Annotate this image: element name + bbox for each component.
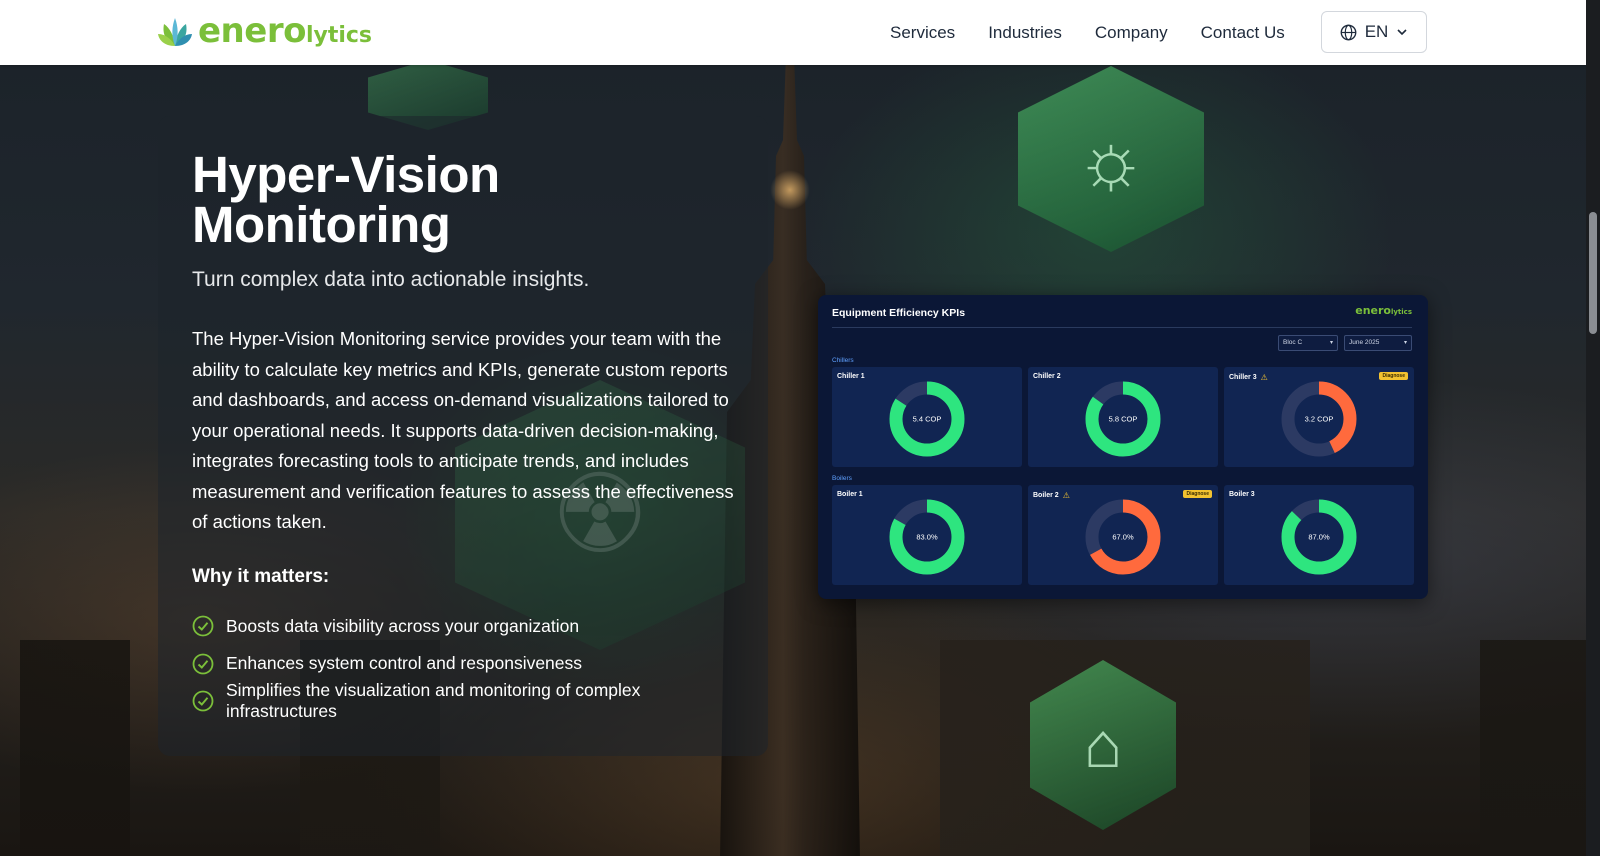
kpi-tile-label: Boiler 3: [1229, 491, 1255, 498]
donut-value-label: 3.2 COP: [1305, 415, 1334, 424]
diagnose-button[interactable]: Diagnose: [1379, 372, 1408, 380]
site-header: enerolytics Services Industries Company …: [0, 0, 1586, 65]
benefit-text: Boosts data visibility across your organ…: [226, 615, 580, 636]
kpi-tile[interactable]: Boiler 2 ⚠ Diagnose 67.0%: [1028, 485, 1218, 585]
kpi-donut-chart: 83.0%: [889, 499, 965, 575]
donut-value-label: 5.4 COP: [913, 415, 942, 424]
chillers-section-label: Chillers: [832, 357, 854, 364]
boilers-section-label: Boilers: [832, 475, 852, 482]
kpi-tile[interactable]: Chiller 3 ⚠ Diagnose 3.2 COP: [1224, 367, 1414, 467]
dashboard-preview: Equipment Efficiency KPIs enerolytics Bl…: [818, 295, 1428, 599]
kpi-donut-chart: 87.0%: [1281, 499, 1357, 575]
kpi-donut-chart: 5.4 COP: [889, 381, 965, 457]
month-select[interactable]: June 2025 ▾: [1344, 335, 1412, 351]
check-circle-icon: [192, 690, 214, 712]
leaf-logo-icon: [158, 18, 192, 46]
list-item: Simplifies the visualization and monitor…: [192, 680, 752, 722]
page-title: Hyper-Vision Monitoring: [192, 149, 752, 253]
kpi-tile[interactable]: Chiller 2 5.8 COP: [1028, 367, 1218, 467]
warning-icon: ⚠: [1062, 491, 1070, 500]
donut-value-label: 83.0%: [916, 533, 938, 542]
check-circle-icon: [192, 653, 214, 675]
hero-content: Hyper-Vision Monitoring Turn complex dat…: [192, 149, 752, 721]
benefits-list: Boosts data visibility across your organ…: [192, 608, 752, 721]
title-line-2: Monitoring: [192, 196, 451, 253]
donut-value-label: 87.0%: [1308, 533, 1330, 542]
kpi-tile-label: Boiler 1: [837, 491, 863, 498]
warning-icon: ⚠: [1260, 373, 1268, 382]
language-label: EN: [1364, 22, 1389, 41]
nav-industries[interactable]: Industries: [988, 23, 1062, 43]
nav-contact-us[interactable]: Contact Us: [1201, 23, 1285, 43]
donut-value-label: 5.8 COP: [1109, 415, 1138, 424]
service-description: The Hyper-Vision Monitoring service prov…: [192, 328, 734, 532]
kpi-tile-label: Chiller 3 ⚠: [1229, 373, 1268, 382]
list-item: Boosts data visibility across your organ…: [192, 608, 752, 646]
nav-company[interactable]: Company: [1095, 23, 1168, 43]
kpi-tile[interactable]: Boiler 3 87.0%: [1224, 485, 1414, 585]
why-heading: Why it matters:: [192, 565, 330, 587]
benefit-text: Simplifies the visualization and monitor…: [226, 680, 641, 722]
donut-value-label: 67.0%: [1112, 533, 1134, 542]
brand-logo[interactable]: enerolytics: [158, 14, 372, 48]
language-selector[interactable]: EN: [1321, 11, 1427, 53]
kpi-tile[interactable]: Boiler 1 83.0%: [832, 485, 1022, 585]
page-subtitle: Turn complex data into actionable insigh…: [192, 268, 590, 291]
brand-wordmark: enerolytics: [198, 11, 373, 51]
building-select[interactable]: Bloc C ▾: [1278, 335, 1338, 351]
chevron-down-icon: ▾: [1403, 340, 1407, 346]
kpi-tile[interactable]: Chiller 1 5.4 COP: [832, 367, 1022, 467]
benefit-text: Enhances system control and responsivene…: [226, 653, 583, 674]
page-scrollbar[interactable]: [1586, 0, 1600, 856]
main-nav: Services Industries Company Contact Us: [890, 0, 1285, 65]
chevron-down-icon: ▾: [1329, 340, 1333, 346]
kpi-donut-chart: 67.0%: [1085, 499, 1161, 575]
kpi-tile-label: Chiller 2: [1033, 373, 1061, 380]
title-line-1: Hyper-Vision: [192, 146, 500, 203]
divider: [832, 327, 1412, 328]
diagnose-button[interactable]: Diagnose: [1183, 490, 1212, 498]
dashboard-title: Equipment Efficiency KPIs: [832, 307, 966, 319]
kpi-tile-label: Boiler 2 ⚠: [1033, 491, 1070, 500]
globe-icon: [1340, 24, 1357, 40]
chevron-down-icon: [1397, 29, 1407, 36]
kpi-donut-chart: 3.2 COP: [1281, 381, 1357, 457]
nav-services[interactable]: Services: [890, 23, 955, 43]
dashboard-logo: enerolytics: [1355, 304, 1412, 317]
kpi-tile-label: Chiller 1: [837, 373, 865, 380]
list-item: Enhances system control and responsivene…: [192, 645, 752, 683]
check-circle-icon: [192, 615, 214, 637]
tower-glow: [770, 170, 810, 210]
scrollbar-thumb[interactable]: [1589, 212, 1597, 334]
kpi-donut-chart: 5.8 COP: [1085, 381, 1161, 457]
